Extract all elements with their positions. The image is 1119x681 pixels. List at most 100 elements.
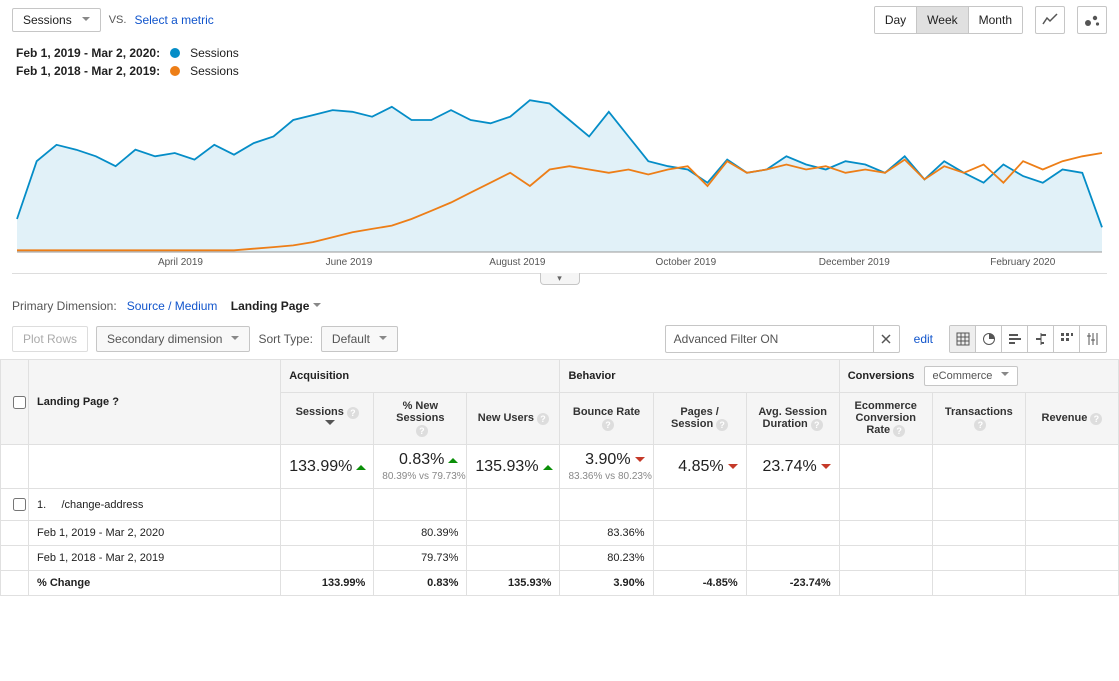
line-chart-icon[interactable] bbox=[1035, 6, 1065, 34]
help-icon[interactable]: ? bbox=[716, 419, 728, 431]
caret-down-icon bbox=[997, 370, 1009, 382]
help-icon[interactable]: ? bbox=[974, 419, 986, 431]
clear-filter-button[interactable] bbox=[873, 326, 899, 352]
table-row-period-2: Feb 1, 2018 - Mar 2, 2019 79.73% 80.23% bbox=[1, 546, 1119, 571]
col-sessions[interactable]: Sessions? bbox=[281, 393, 374, 445]
caret-down-icon bbox=[78, 13, 90, 27]
motion-chart-icon[interactable] bbox=[1077, 6, 1107, 34]
help-icon[interactable]: ? bbox=[112, 396, 119, 408]
change-new-users: 135.93% bbox=[467, 571, 560, 596]
help-icon[interactable]: ? bbox=[602, 419, 614, 431]
data-table: Landing Page ? Acquisition Behavior Conv… bbox=[0, 359, 1119, 596]
col-avg-session-duration[interactable]: Avg. Session Duration? bbox=[746, 393, 839, 445]
row-path-cell: 1. /change-address bbox=[29, 489, 281, 521]
granularity-day[interactable]: Day bbox=[875, 7, 917, 33]
col-pages-per-session[interactable]: Pages / Session? bbox=[653, 393, 746, 445]
select-all-checkbox[interactable] bbox=[13, 396, 26, 409]
table-row-period-1: Feb 1, 2019 - Mar 2, 2020 80.39% 83.36% bbox=[1, 521, 1119, 546]
dimension-source-medium[interactable]: Source / Medium bbox=[127, 299, 218, 313]
primary-dimension-label: Primary Dimension: bbox=[12, 299, 117, 313]
col-bounce-rate[interactable]: Bounce Rate? bbox=[560, 393, 653, 445]
landing-page-header[interactable]: Landing Page ? bbox=[29, 360, 281, 445]
period-1-label: Feb 1, 2019 - Mar 2, 2020 bbox=[29, 521, 281, 546]
group-acquisition: Acquisition bbox=[281, 360, 560, 393]
help-icon[interactable]: ? bbox=[893, 425, 905, 437]
help-icon[interactable]: ? bbox=[416, 425, 428, 437]
col-pct-new-sessions[interactable]: % New Sessions? bbox=[374, 393, 467, 445]
help-icon[interactable]: ? bbox=[811, 419, 823, 431]
arrow-up-icon bbox=[356, 460, 366, 470]
x-tick-label: December 2019 bbox=[819, 257, 890, 268]
secondary-dimension-select[interactable]: Secondary dimension bbox=[96, 326, 250, 352]
legend-dot-orange bbox=[170, 66, 180, 76]
arrow-up-icon bbox=[543, 460, 553, 470]
period-2-pct-new: 79.73% bbox=[374, 546, 467, 571]
period-2-bounce: 80.23% bbox=[560, 546, 653, 571]
view-pivot-icon[interactable] bbox=[1080, 326, 1106, 352]
x-tick-label: June 2019 bbox=[326, 257, 373, 268]
sort-type-select[interactable]: Default bbox=[321, 326, 398, 352]
arrow-up-icon bbox=[448, 453, 458, 463]
primary-metric-label: Sessions bbox=[23, 13, 72, 27]
sort-type-value: Default bbox=[332, 332, 370, 346]
col-revenue[interactable]: Revenue? bbox=[1025, 393, 1118, 445]
select-all-header bbox=[1, 360, 29, 445]
view-term-cloud-icon[interactable] bbox=[1054, 326, 1080, 352]
summary-avg-duration: 23.74% bbox=[746, 445, 839, 489]
view-pie-icon[interactable] bbox=[976, 326, 1002, 352]
summary-pct-new-sessions: 0.83% 80.39% vs 79.73% bbox=[374, 445, 467, 489]
view-data-table-icon[interactable] bbox=[950, 326, 976, 352]
x-tick-label: October 2019 bbox=[656, 257, 717, 268]
advanced-filter-text[interactable]: Advanced Filter ON bbox=[666, 327, 873, 351]
sort-type-label: Sort Type: bbox=[258, 332, 312, 346]
granularity-week[interactable]: Week bbox=[917, 7, 968, 33]
dimension-landing-page[interactable]: Landing Page bbox=[231, 299, 322, 313]
help-icon[interactable]: ? bbox=[1090, 413, 1102, 425]
edit-filter-link[interactable]: edit bbox=[914, 332, 933, 346]
change-avg-dur: -23.74% bbox=[746, 571, 839, 596]
group-conversions: Conversions eCommerce bbox=[839, 360, 1118, 393]
period-2-label: Feb 1, 2018 - Mar 2, 2019 bbox=[29, 546, 281, 571]
change-label: % Change bbox=[29, 571, 281, 596]
plot-rows-button: Plot Rows bbox=[12, 326, 88, 352]
row-checkbox[interactable] bbox=[13, 498, 26, 511]
summary-bounce-rate: 3.90% 83.36% vs 80.23% bbox=[560, 445, 653, 489]
view-comparison-icon[interactable] bbox=[1028, 326, 1054, 352]
granularity-toggle: Day Week Month bbox=[874, 6, 1023, 34]
help-icon[interactable]: ? bbox=[347, 407, 359, 419]
table-row[interactable]: 1. /change-address bbox=[1, 489, 1119, 521]
change-pct-new: 0.83% bbox=[374, 571, 467, 596]
arrow-down-icon bbox=[635, 457, 645, 467]
group-behavior: Behavior bbox=[560, 360, 839, 393]
change-bounce: 3.90% bbox=[560, 571, 653, 596]
primary-metric-select[interactable]: Sessions bbox=[12, 8, 101, 32]
x-tick-label: February 2020 bbox=[990, 257, 1055, 268]
secondary-dimension-label: Secondary dimension bbox=[107, 332, 222, 346]
col-new-users[interactable]: New Users? bbox=[467, 393, 560, 445]
sort-desc-icon bbox=[325, 420, 335, 430]
caret-down-icon bbox=[227, 332, 239, 346]
summary-pages-per-session: 4.85% bbox=[653, 445, 746, 489]
x-tick-label: April 2019 bbox=[158, 257, 203, 268]
col-ecommerce-rate[interactable]: Ecommerce Conversion Rate? bbox=[839, 393, 932, 445]
summary-sessions: 133.99% bbox=[281, 445, 374, 489]
period-1-bounce: 83.36% bbox=[560, 521, 653, 546]
vs-label: VS. bbox=[109, 14, 127, 26]
x-tick-label: August 2019 bbox=[489, 257, 545, 268]
change-pps: -4.85% bbox=[653, 571, 746, 596]
summary-row: 133.99% 0.83% 80.39% vs 79.73% 135.93% 3… bbox=[1, 445, 1119, 489]
legend-dot-blue bbox=[170, 48, 180, 58]
legend-series-1: Sessions bbox=[190, 46, 239, 60]
chart-expand-handle[interactable]: ▾ bbox=[540, 273, 580, 285]
table-view-toggle bbox=[949, 325, 1107, 353]
conversion-type-select[interactable]: eCommerce bbox=[924, 366, 1019, 386]
select-second-metric-link[interactable]: Select a metric bbox=[134, 13, 213, 27]
view-performance-icon[interactable] bbox=[1002, 326, 1028, 352]
arrow-down-icon bbox=[821, 464, 831, 474]
sessions-line-chart[interactable] bbox=[12, 82, 1107, 257]
advanced-filter-box: Advanced Filter ON bbox=[665, 325, 900, 353]
period-1-pct-new: 80.39% bbox=[374, 521, 467, 546]
help-icon[interactable]: ? bbox=[537, 413, 549, 425]
granularity-month[interactable]: Month bbox=[969, 7, 1022, 33]
col-transactions[interactable]: Transactions? bbox=[932, 393, 1025, 445]
